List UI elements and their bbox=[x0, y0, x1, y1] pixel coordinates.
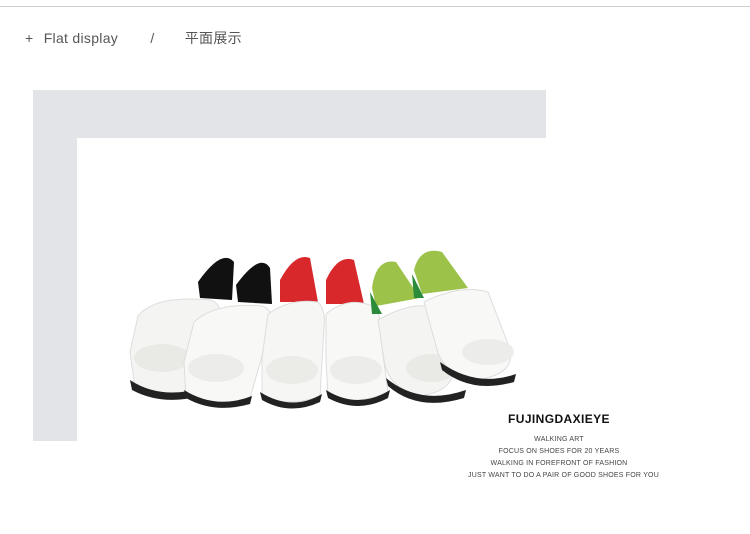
section-title-en: Flat display bbox=[43, 30, 119, 46]
brand-slogan-line: JUST WANT TO DO A PAIR OF GOOD SHOES FOR… bbox=[468, 472, 659, 479]
decorative-frame-left bbox=[33, 138, 77, 441]
brand-block: FUJINGDAXIEYE WALKING ART FOCUS ON SHOES… bbox=[468, 412, 659, 482]
plus-icon: + bbox=[25, 30, 34, 46]
brand-slogan-line: WALKING IN FOREFRONT OF FASHION bbox=[490, 460, 628, 467]
brand-slogans: WALKING ART FOCUS ON SHOES FOR 20 YEARS … bbox=[468, 434, 659, 482]
title-separator: / bbox=[150, 30, 155, 46]
brand-slogan-line: FOCUS ON SHOES FOR 20 YEARS bbox=[498, 448, 620, 455]
top-divider bbox=[0, 6, 750, 7]
section-title-cn: 平面展示 bbox=[184, 30, 242, 46]
product-image bbox=[129, 250, 516, 409]
section-header: + Flat display / 平面展示 bbox=[25, 28, 242, 48]
brand-slogan-line: WALKING ART bbox=[534, 436, 584, 443]
brand-name: FUJINGDAXIEYE bbox=[508, 412, 610, 426]
decorative-frame-top bbox=[33, 90, 546, 138]
